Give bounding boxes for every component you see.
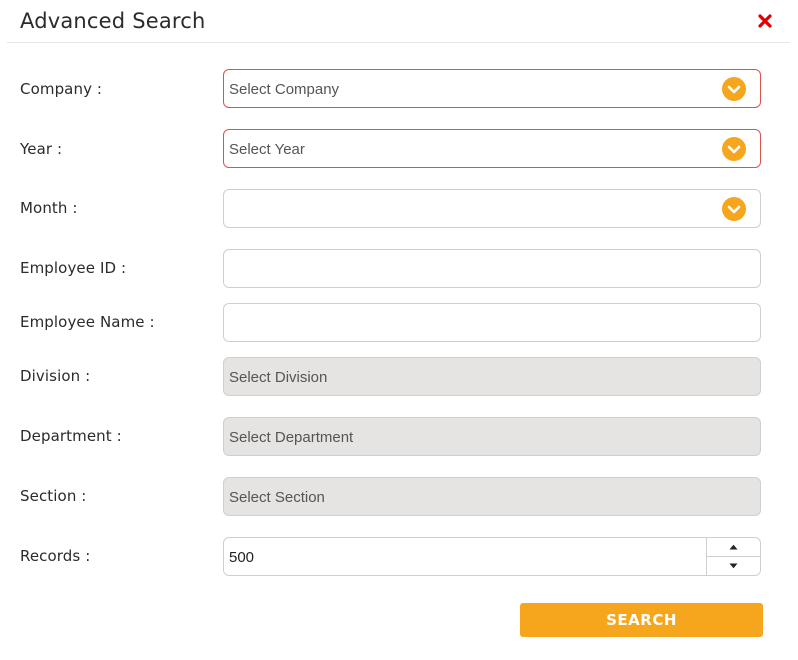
close-icon (758, 14, 772, 28)
records-increment-button[interactable] (707, 538, 760, 557)
records-decrement-button[interactable] (707, 557, 760, 575)
company-label: Company : (20, 80, 103, 98)
section-select: Select Section (223, 477, 761, 516)
company-select-placeholder: Select Company (229, 81, 340, 98)
section-label: Section : (20, 487, 87, 505)
department-select-placeholder: Select Department (229, 429, 354, 446)
advanced-search-modal: Advanced Search Company : Select Company… (0, 0, 798, 660)
department-select: Select Department (223, 417, 761, 456)
division-select-placeholder: Select Division (229, 369, 328, 386)
close-button[interactable] (757, 13, 773, 29)
employee-name-input[interactable] (223, 303, 761, 342)
division-select: Select Division (223, 357, 761, 396)
records-value[interactable]: 500 (229, 549, 254, 566)
caret-down-icon (729, 563, 738, 569)
search-button[interactable]: SEARCH (520, 603, 763, 637)
year-select[interactable]: Select Year (223, 129, 761, 168)
employee-id-input[interactable] (223, 249, 761, 288)
modal-title: Advanced Search (20, 9, 206, 33)
section-select-placeholder: Select Section (229, 489, 325, 506)
department-label: Department : (20, 427, 122, 445)
month-label: Month : (20, 199, 78, 217)
year-select-placeholder: Select Year (229, 141, 305, 158)
modal-header: Advanced Search (7, 0, 790, 43)
chevron-down-icon[interactable] (722, 197, 746, 221)
employee-id-label: Employee ID : (20, 259, 127, 277)
chevron-down-icon[interactable] (722, 77, 746, 101)
year-label: Year : (20, 140, 63, 158)
employee-name-label: Employee Name : (20, 313, 155, 331)
chevron-down-icon[interactable] (722, 137, 746, 161)
company-select[interactable]: Select Company (223, 69, 761, 108)
division-label: Division : (20, 367, 91, 385)
month-select[interactable] (223, 189, 761, 228)
records-label: Records : (20, 547, 91, 565)
caret-up-icon (729, 544, 738, 550)
records-spinner (706, 538, 760, 575)
records-stepper[interactable]: 500 (223, 537, 761, 576)
